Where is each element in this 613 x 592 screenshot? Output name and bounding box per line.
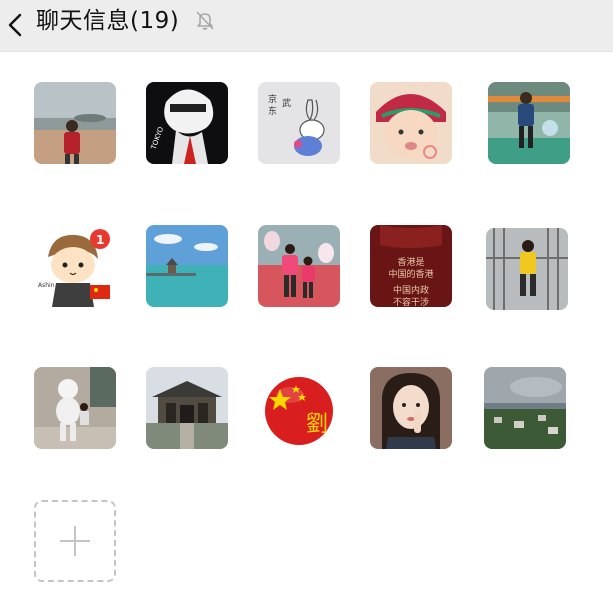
calligraphy-line-3: 中国内政 — [393, 284, 429, 296]
child-robot-photo — [34, 367, 116, 449]
cartoon-boy-flag-image: Ashin 1 — [34, 225, 116, 307]
member-avatar-15[interactable] — [484, 367, 566, 449]
red-ball-character: 劉 — [306, 412, 328, 437]
header-bar: 聊天信息(19) — [0, 0, 613, 52]
plus-icon — [60, 526, 90, 556]
member-avatar-5[interactable] — [488, 82, 570, 164]
bell-slash-icon — [196, 11, 214, 30]
member-avatar-3[interactable]: 京 东 武 — [258, 82, 340, 164]
member-avatar-14[interactable] — [370, 367, 452, 449]
member-avatar-2[interactable]: TOKYO — [146, 82, 228, 164]
boy-playground-photo — [488, 82, 570, 164]
calligraphy-line-2: 中国的香港 — [388, 268, 433, 280]
coastal-town-photo — [484, 367, 566, 449]
boy-railing-photo — [486, 228, 568, 310]
member-avatar-10[interactable] — [486, 228, 568, 310]
notification-badge-count: 1 — [96, 233, 104, 247]
kids-balloons-photo — [258, 225, 340, 307]
chevron-left-icon[interactable] — [4, 10, 28, 40]
add-member-button[interactable] — [34, 500, 116, 582]
member-avatar-4[interactable] — [370, 82, 452, 164]
page-title: 聊天信息(19) — [36, 8, 180, 34]
hongkong-calligraphy-image: 香港是 中国的香港 中国内政 不容干涉 — [370, 225, 452, 307]
red-ball-flag-image: 劉 — [258, 367, 340, 449]
sea-pavilion-photo — [146, 225, 228, 307]
member-avatar-6[interactable]: Ashin 1 — [34, 225, 116, 307]
member-avatar-9[interactable]: 香港是 中国的香港 中国内政 不容干涉 — [370, 225, 452, 307]
member-avatar-1[interactable] — [34, 82, 116, 164]
beach-boy-photo — [34, 82, 116, 164]
svg-text:东: 东 — [268, 105, 277, 117]
cartoon-signature: Ashin — [38, 282, 55, 289]
calligraphy-line-4: 不容干涉 — [393, 296, 429, 307]
member-avatar-8[interactable] — [258, 225, 340, 307]
svg-text:京: 京 — [268, 93, 277, 105]
anime-white-hair-image: TOKYO — [146, 82, 228, 164]
member-avatar-13[interactable]: 劉 — [258, 367, 340, 449]
girl-selfie-photo — [370, 367, 452, 449]
svg-text:武: 武 — [282, 97, 291, 109]
member-avatar-12[interactable] — [146, 367, 228, 449]
baby-hat-photo — [370, 82, 452, 164]
temple-photo — [146, 367, 228, 449]
rabbit-drawing-image: 京 东 武 — [258, 82, 340, 164]
calligraphy-line-1: 香港是 — [397, 256, 424, 268]
back-button[interactable] — [4, 10, 28, 40]
member-avatar-11[interactable] — [34, 367, 116, 449]
member-avatar-7[interactable] — [146, 225, 228, 307]
